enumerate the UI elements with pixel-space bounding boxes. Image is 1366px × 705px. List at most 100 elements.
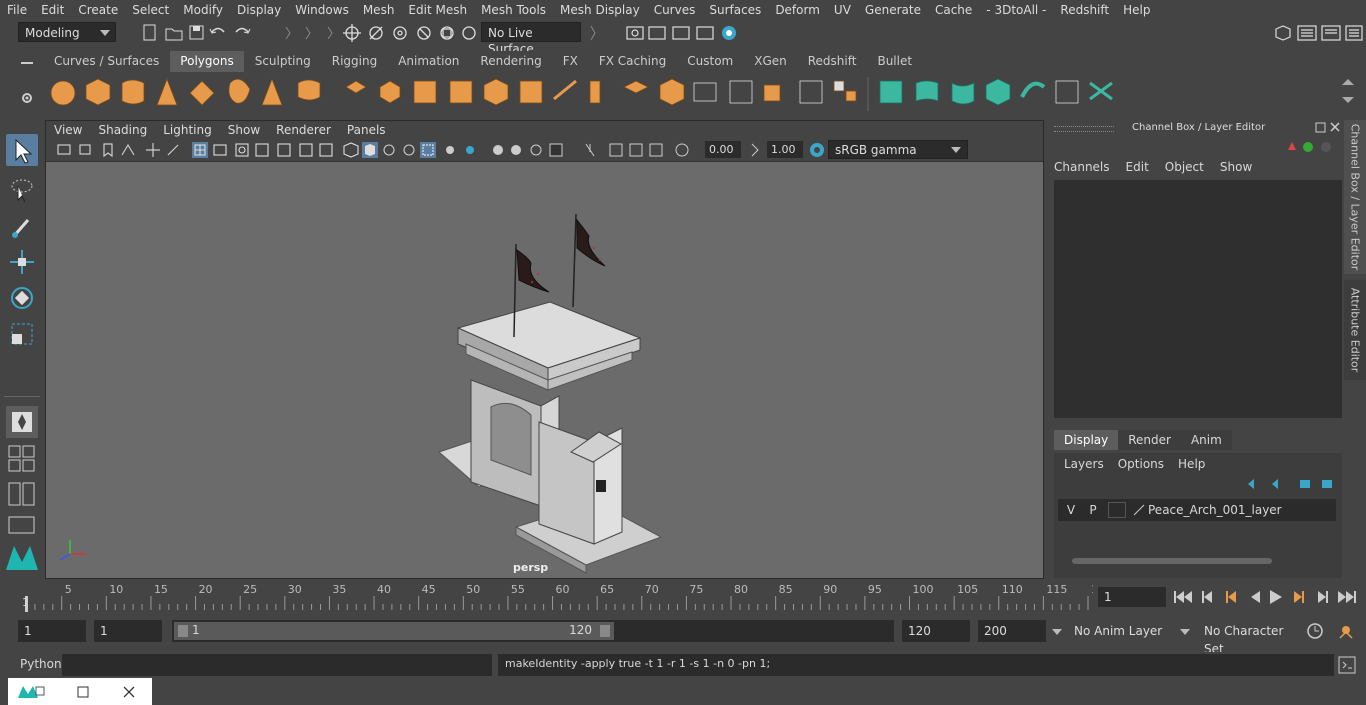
chevron-down-icon[interactable] xyxy=(1180,629,1190,635)
panel-window-controls[interactable] xyxy=(1314,122,1342,134)
menu-create[interactable]: Create xyxy=(71,3,125,17)
range-slider-handle[interactable]: 1 120 xyxy=(174,622,614,640)
viewport-menu-view[interactable]: View xyxy=(46,123,90,137)
layer-type-toggle[interactable] xyxy=(1108,502,1126,518)
menu-3dtoall[interactable]: - 3DtoAll - xyxy=(979,3,1053,17)
channel-list[interactable] xyxy=(1054,180,1342,418)
color-management-icon[interactable] xyxy=(808,141,826,159)
file-tools-icons[interactable] xyxy=(140,24,340,42)
anim-layer-dropdown[interactable]: No Anim Layer xyxy=(1068,620,1176,642)
tab-render[interactable]: Render xyxy=(1118,430,1181,450)
menu-select[interactable]: Select xyxy=(125,3,176,17)
viewport-tool-icons[interactable] xyxy=(56,141,696,159)
time-slider[interactable]: 5 10 15 20 25 30 35 40 45 50 55 60 65 70 75 80 85 90 95 100… xyxy=(18,582,1105,612)
lasso-tool-button[interactable] xyxy=(6,174,38,206)
layer-action-icons[interactable] xyxy=(1244,477,1334,491)
menu-windows[interactable]: Windows xyxy=(288,3,356,17)
shelf-tab-bullet[interactable]: Bullet xyxy=(867,51,923,72)
viewport-menu-shading[interactable]: Shading xyxy=(90,123,155,137)
shelf-side-controls[interactable] xyxy=(18,51,38,115)
gamma-field[interactable]: 1.00 xyxy=(767,141,803,158)
layer-visibility-toggle[interactable]: V xyxy=(1064,503,1078,517)
move-tool-button[interactable] xyxy=(6,246,38,278)
chevron-down-icon[interactable] xyxy=(1052,629,1062,635)
polygon-shelf-icons[interactable] xyxy=(40,73,1360,115)
edit-menu[interactable]: Edit xyxy=(1126,160,1149,174)
layout-single-button[interactable] xyxy=(6,406,38,438)
menu-mesh-tools[interactable]: Mesh Tools xyxy=(474,3,553,17)
menu-mesh-display[interactable]: Mesh Display xyxy=(553,3,647,17)
shelf-tab-fx[interactable]: FX xyxy=(552,51,588,72)
shelf-tab-polygons[interactable]: Polygons xyxy=(170,51,244,72)
scene-start-field[interactable]: 1 xyxy=(18,620,86,642)
tab-display[interactable]: Display xyxy=(1054,430,1119,450)
shelf-tab-rigging[interactable]: Rigging xyxy=(321,51,388,72)
rotate-tool-button[interactable] xyxy=(6,282,38,314)
paint-select-tool-button[interactable] xyxy=(6,210,38,242)
shelf-menu-icon[interactable] xyxy=(21,62,33,64)
viewport-menu-show[interactable]: Show xyxy=(220,123,268,137)
script-editor-icon[interactable] xyxy=(1338,656,1356,674)
tab-anim[interactable]: Anim xyxy=(1180,430,1232,450)
layer-color-icon[interactable] xyxy=(1132,503,1146,517)
select-tool-button[interactable] xyxy=(6,134,38,166)
shelf-tab-xgen[interactable]: XGen xyxy=(744,51,797,72)
menu-generate[interactable]: Generate xyxy=(858,3,928,17)
shelf-tab-sculpting[interactable]: Sculpting xyxy=(244,51,321,72)
channels-menu[interactable]: Channels xyxy=(1054,160,1110,174)
menu-redshift[interactable]: Redshift xyxy=(1053,3,1116,17)
tab-channel-box[interactable]: Channel Box / Layer Editor xyxy=(1344,120,1366,274)
viewport-3d-scene[interactable]: persp xyxy=(46,161,1043,578)
current-frame-field[interactable]: 1 xyxy=(1098,587,1166,607)
menu-uv[interactable]: UV xyxy=(827,3,858,17)
command-input[interactable] xyxy=(62,654,492,676)
scale-tool-button[interactable] xyxy=(6,318,38,350)
exposure-field[interactable]: 0.00 xyxy=(705,141,741,158)
shelf-tab-redshift[interactable]: Redshift xyxy=(797,51,867,72)
show-menu[interactable]: Show xyxy=(1220,160,1252,174)
shelf-tab-animation[interactable]: Animation xyxy=(388,51,470,72)
script-language-label[interactable]: Python xyxy=(20,657,62,671)
shelf-tab-curves-surfaces[interactable]: Curves / Surfaces xyxy=(44,51,170,72)
menu-surfaces[interactable]: Surfaces xyxy=(702,3,768,17)
playback-start-field[interactable]: 1 xyxy=(94,620,162,642)
layer-row[interactable]: V P Peace_Arch_001_layer xyxy=(1058,499,1336,521)
snap-tools-icons[interactable] xyxy=(340,23,480,43)
menu-file[interactable]: File xyxy=(0,3,34,17)
layer-name[interactable]: Peace_Arch_001_layer xyxy=(1148,503,1282,517)
layers-menu[interactable]: Layers xyxy=(1064,457,1104,471)
mode-selector[interactable]: Modeling xyxy=(18,22,116,42)
playback-controls[interactable] xyxy=(1172,588,1362,606)
menu-mesh[interactable]: Mesh xyxy=(356,3,402,17)
shelf-tab-rendering[interactable]: Rendering xyxy=(470,51,552,72)
layer-playback-toggle[interactable]: P xyxy=(1086,503,1100,517)
playback-end-field[interactable]: 120 xyxy=(902,620,970,642)
anim-prefs-icons[interactable] xyxy=(1306,622,1358,640)
menu-deform[interactable]: Deform xyxy=(768,3,827,17)
render-tools-icons[interactable] xyxy=(585,23,745,43)
menu-modify[interactable]: Modify xyxy=(176,3,230,17)
menu-curves[interactable]: Curves xyxy=(647,3,703,17)
object-menu[interactable]: Object xyxy=(1165,160,1204,174)
color-space-dropdown[interactable]: sRGB gamma xyxy=(828,140,968,159)
options-menu[interactable]: Options xyxy=(1118,457,1164,471)
maya-window-icon[interactable] xyxy=(16,684,46,700)
help-menu[interactable]: Help xyxy=(1178,457,1205,471)
restore-icon[interactable] xyxy=(76,685,90,699)
menu-display[interactable]: Display xyxy=(230,3,288,17)
menu-help[interactable]: Help xyxy=(1116,3,1157,17)
shelf-tab-fx-caching[interactable]: FX Caching xyxy=(588,51,677,72)
range-slider[interactable]: 1 120 xyxy=(172,620,894,642)
workspace-layout-icons[interactable] xyxy=(1270,23,1364,43)
menu-edit[interactable]: Edit xyxy=(34,3,71,17)
viewport-menu-renderer[interactable]: Renderer xyxy=(268,123,339,137)
viewport-menu-lighting[interactable]: Lighting xyxy=(155,123,220,137)
gear-icon[interactable] xyxy=(20,91,34,105)
character-set-dropdown[interactable]: No Character Set xyxy=(1198,620,1298,656)
close-icon[interactable] xyxy=(122,685,136,699)
viewport-menu-panels[interactable]: Panels xyxy=(339,123,394,137)
shelf-tab-custom[interactable]: Custom xyxy=(677,51,744,72)
panel-grip[interactable] xyxy=(1054,126,1114,132)
channel-display-icons[interactable] xyxy=(1284,140,1334,154)
tab-attribute-editor[interactable]: Attribute Editor xyxy=(1344,280,1366,380)
